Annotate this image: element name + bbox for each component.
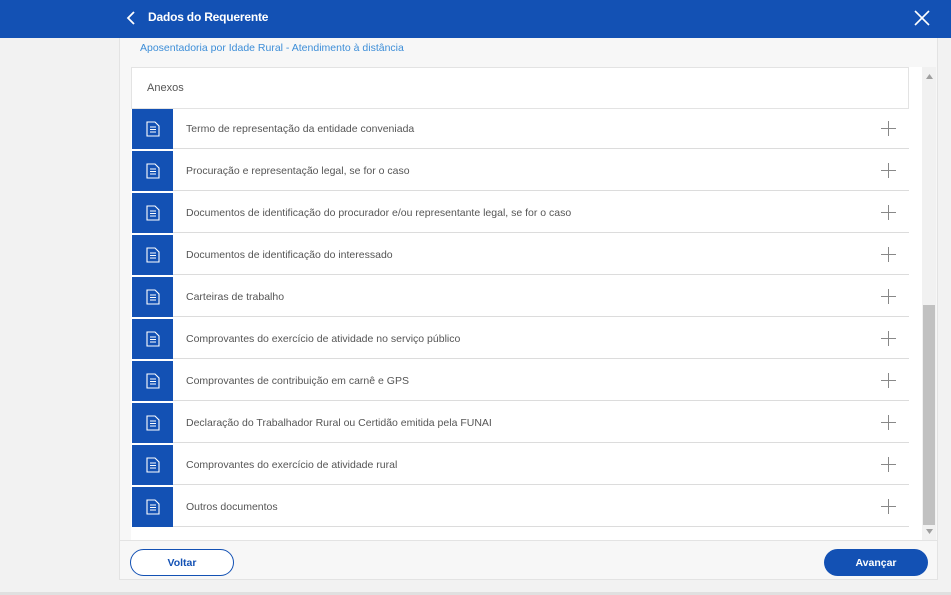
scrollbar-thumb[interactable]	[923, 305, 935, 525]
annex-item[interactable]: Documentos de identificação do procurado…	[132, 192, 909, 233]
next-step-button[interactable]: Avançar	[824, 549, 928, 576]
chevron-left-icon	[126, 11, 135, 25]
back-step-button[interactable]: Voltar	[130, 549, 234, 576]
annexes-header: Anexos	[131, 67, 909, 109]
page-title: Dados do Requerente	[148, 10, 269, 24]
document-icon	[132, 486, 173, 527]
plus-icon[interactable]	[877, 412, 899, 434]
annex-item[interactable]: Termo de representação da entidade conve…	[132, 108, 909, 149]
plus-icon[interactable]	[877, 244, 899, 266]
document-icon	[132, 276, 173, 317]
annex-item[interactable]: Comprovantes do exercício de atividade n…	[132, 318, 909, 359]
footer-divider	[119, 540, 938, 541]
annex-item-label: Declaração do Trabalhador Rural ou Certi…	[186, 416, 492, 429]
annex-item-label: Carteiras de trabalho	[186, 290, 285, 303]
annex-item[interactable]: Carteiras de trabalho	[132, 276, 909, 317]
annex-item[interactable]: Documentos de identificação do interessa…	[132, 234, 909, 275]
plus-icon[interactable]	[877, 202, 899, 224]
annex-item[interactable]: Outros documentos	[132, 486, 909, 527]
plus-icon[interactable]	[877, 160, 899, 182]
annex-item[interactable]: Comprovantes de contribuição em carnê e …	[132, 360, 909, 401]
document-icon	[132, 360, 173, 401]
annex-item-label: Documentos de identificação do procurado…	[186, 206, 572, 219]
plus-icon[interactable]	[877, 118, 899, 140]
plus-icon[interactable]	[877, 286, 899, 308]
document-icon	[132, 444, 173, 485]
annex-item-label: Comprovantes do exercício de atividade r…	[186, 458, 398, 471]
plus-icon[interactable]	[877, 370, 899, 392]
scroll-down-arrow-icon[interactable]	[922, 525, 936, 537]
vertical-scrollbar[interactable]	[922, 67, 936, 540]
plus-icon[interactable]	[877, 454, 899, 476]
annex-item[interactable]: Declaração do Trabalhador Rural ou Certi…	[132, 402, 909, 443]
close-icon	[914, 10, 930, 26]
service-subtitle: Aposentadoria por Idade Rural - Atendime…	[140, 42, 404, 54]
annex-item-label: Termo de representação da entidade conve…	[186, 122, 415, 135]
annex-item-label: Outros documentos	[186, 500, 278, 513]
document-icon	[132, 150, 173, 191]
back-button[interactable]	[122, 8, 140, 28]
document-icon	[132, 402, 173, 443]
document-icon	[132, 234, 173, 275]
annex-item[interactable]: Procuração e representação legal, se for…	[132, 150, 909, 191]
plus-icon[interactable]	[877, 328, 899, 350]
annexes-title: Anexos	[147, 82, 184, 94]
document-icon	[132, 318, 173, 359]
close-button[interactable]	[910, 6, 934, 30]
document-icon	[132, 192, 173, 233]
annex-item-label: Documentos de identificação do interessa…	[186, 248, 393, 261]
document-icon	[132, 108, 173, 149]
top-bar: Dados do Requerente	[0, 0, 951, 38]
annex-item-label: Procuração e representação legal, se for…	[186, 164, 410, 177]
annexes-scroll-area[interactable]: Anexos Termo de representação da entidad…	[131, 67, 922, 540]
annex-item[interactable]: Comprovantes do exercício de atividade r…	[132, 444, 909, 485]
scroll-up-arrow-icon[interactable]	[922, 70, 936, 82]
annex-item-label: Comprovantes de contribuição em carnê e …	[186, 374, 409, 387]
plus-icon[interactable]	[877, 496, 899, 518]
annex-item-label: Comprovantes do exercício de atividade n…	[186, 332, 461, 345]
